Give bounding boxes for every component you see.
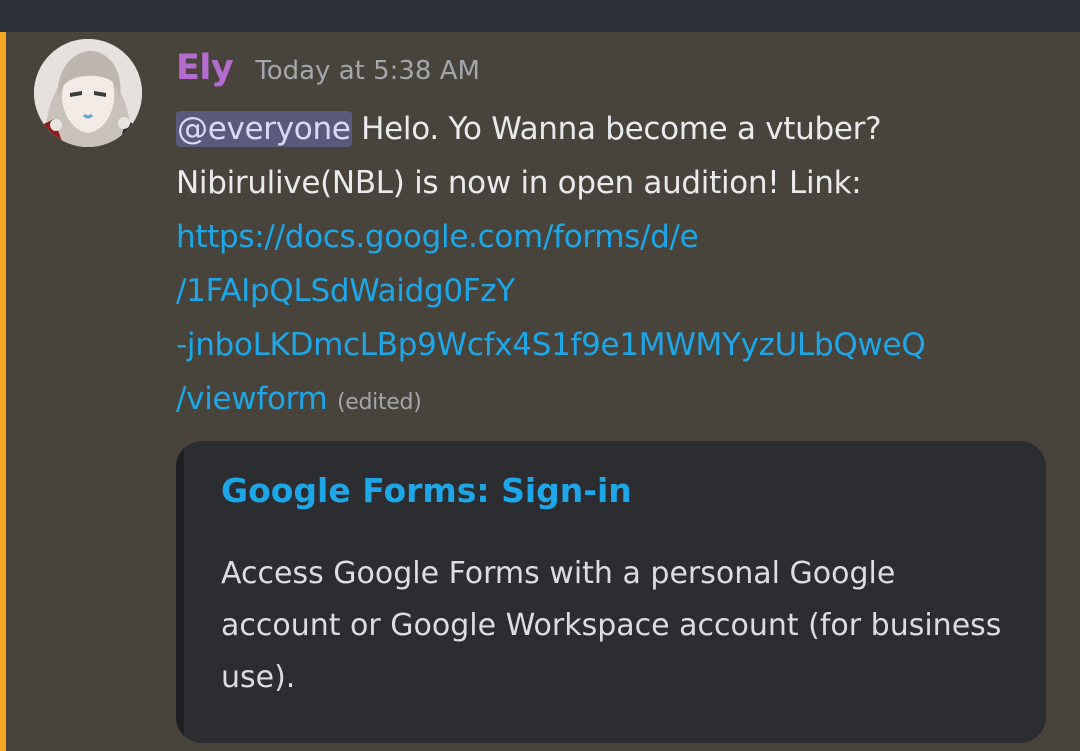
form-link-line-1[interactable]: https://docs.google.com/forms/d/e [176, 210, 1036, 264]
message-text-1: Helo. Yo Wanna become a vtuber? [351, 111, 882, 147]
embed-description: Access Google Forms with a personal Goog… [221, 556, 1002, 695]
timestamp[interactable]: Today at 5:38 AM [255, 56, 480, 86]
avatar-image [34, 39, 142, 147]
message-line-1: @everyone Helo. Yo Wanna become a vtuber… [176, 102, 1036, 156]
form-link-line-2[interactable]: /1FAIpQLSdWaidg0FzY [176, 264, 1036, 318]
message-content: @everyone Helo. Yo Wanna become a vtuber… [176, 102, 1036, 430]
username[interactable]: Ely [176, 48, 234, 88]
avatar[interactable] [34, 39, 142, 147]
form-link-line-4[interactable]: /viewform [176, 381, 328, 417]
top-bar [0, 0, 1080, 32]
embed-title[interactable]: Google Forms: Sign-in [221, 471, 632, 510]
message-header: Ely Today at 5:38 AM [176, 48, 480, 96]
message-text-2: Nibirulive(NBL) is now in open audition!… [176, 165, 862, 201]
mention-highlight-bar [0, 32, 6, 751]
edited-label: (edited) [336, 390, 422, 415]
everyone-mention[interactable]: @everyone [176, 111, 352, 147]
link-embed: Google Forms: Sign-in Access Google Form… [176, 441, 1046, 743]
message-line-last: /viewform (edited) [176, 372, 1036, 430]
embed-accent-bar [176, 441, 184, 743]
form-link-line-3[interactable]: -jnboLKDmcLBp9Wcfx4S1f9e1MWMYyzULbQweQ [176, 318, 1036, 372]
chat-message[interactable]: Ely Today at 5:38 AM @everyone Helo. Yo … [0, 32, 1080, 751]
